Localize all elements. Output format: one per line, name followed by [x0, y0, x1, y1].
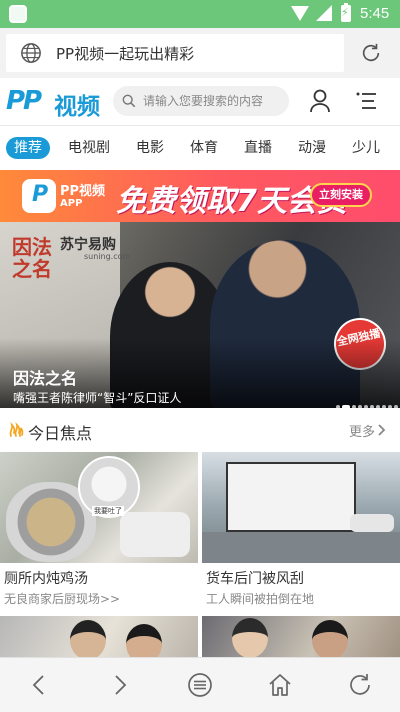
tab-live[interactable]: 直播: [244, 137, 272, 159]
signal-icon: [316, 5, 332, 21]
browser-bottom-nav: [0, 657, 400, 712]
app-header: PP 视频 请输入您要搜索的内容: [0, 78, 400, 126]
sticker-caption: 我要吐了: [92, 506, 124, 516]
status-bar: 5:45: [0, 0, 400, 28]
video-thumbnail: [0, 616, 198, 657]
app-notification-icon: [9, 5, 27, 23]
fire-icon: [9, 422, 24, 437]
tab-recommend[interactable]: 推荐: [6, 137, 50, 159]
back-icon[interactable]: [27, 672, 53, 698]
logo-mark: PP: [6, 86, 42, 116]
promo-brand: PP视频: [60, 184, 106, 199]
search-icon: [122, 94, 136, 108]
video-thumbnail: [202, 616, 400, 657]
globe-icon: [21, 43, 41, 63]
promo-brand-app: APP: [60, 198, 83, 209]
person-image: [232, 618, 268, 657]
card-title: 厕所内炖鸡汤: [4, 571, 88, 587]
tab-kids[interactable]: 少儿: [352, 137, 380, 159]
hero-title: 因法之名: [13, 369, 78, 388]
video-card[interactable]: [0, 616, 198, 657]
address-text: PP视频一起玩出精彩: [56, 45, 195, 63]
chevron-right-icon[interactable]: [378, 424, 386, 436]
refresh-icon[interactable]: [347, 672, 373, 698]
wifi-icon: [291, 6, 309, 21]
toilet-image: [120, 512, 190, 557]
promo-banner[interactable]: PP视频 APP 免费领取7天会员 立刻安装: [0, 170, 400, 222]
more-link[interactable]: 更多: [349, 421, 375, 440]
section-header: 今日焦点 更多: [0, 408, 400, 452]
search-placeholder: 请输入您要搜索的内容: [143, 94, 264, 108]
card-title: 货车后门被风刮: [206, 571, 304, 587]
video-card[interactable]: [202, 616, 400, 657]
user-icon[interactable]: [309, 89, 331, 113]
video-thumbnail: 我要吐了: [0, 452, 198, 563]
person-image: [126, 624, 162, 657]
battery-charging-icon: [341, 3, 351, 22]
sponsor-url: suning.com: [84, 252, 131, 261]
carousel-indicator: [336, 394, 400, 408]
car-image: [350, 514, 394, 532]
card-subtitle: 无良商家后厨现场>>: [4, 592, 121, 606]
truck-image: [226, 462, 356, 532]
person-image: [312, 620, 348, 657]
tab-sports[interactable]: 体育: [190, 137, 218, 159]
logo-text: 视频: [54, 94, 100, 120]
sponsor-logo: 苏宁易购: [60, 237, 116, 253]
install-now-button[interactable]: 立刻安装: [310, 183, 372, 207]
reload-icon[interactable]: [360, 42, 382, 64]
category-tabs: 推荐 电视剧 电影 体育 直播 动漫 少儿: [0, 126, 400, 170]
person-image: [70, 620, 106, 657]
video-thumbnail: [202, 452, 400, 563]
pp-app-logo: [22, 179, 56, 213]
hero-carousel[interactable]: 因法之名 苏宁易购 suning.com 全网独播 因法之名 嘴强王者陈律师“智…: [0, 222, 400, 408]
menu-circle-icon[interactable]: [187, 672, 213, 698]
tab-tv-series[interactable]: 电视剧: [68, 137, 110, 159]
road-image: [202, 532, 400, 563]
status-time: 5:45: [360, 5, 390, 22]
section-title: 今日焦点: [28, 424, 93, 443]
forward-icon[interactable]: [106, 672, 132, 698]
browser-toolbar: PP视频一起玩出精彩: [0, 28, 400, 78]
video-card[interactable]: 货车后门被风刮 工人瞬间被拍倒在地: [202, 452, 400, 616]
tab-movie[interactable]: 电影: [136, 137, 164, 159]
tab-anime[interactable]: 动漫: [298, 137, 326, 159]
hero-subtitle: 嘴强王者陈律师“智斗”反口证人: [13, 391, 182, 405]
card-subtitle: 工人瞬间被拍倒在地: [206, 592, 315, 606]
home-icon[interactable]: [267, 672, 293, 698]
search-input[interactable]: 请输入您要搜索的内容: [113, 86, 289, 116]
menu-icon[interactable]: [356, 92, 376, 110]
hero-calligraphy: 因法之名: [12, 235, 52, 281]
address-bar[interactable]: PP视频一起玩出精彩: [6, 34, 344, 72]
video-card[interactable]: 我要吐了 厕所内炖鸡汤 无良商家后厨现场>>: [0, 452, 198, 616]
